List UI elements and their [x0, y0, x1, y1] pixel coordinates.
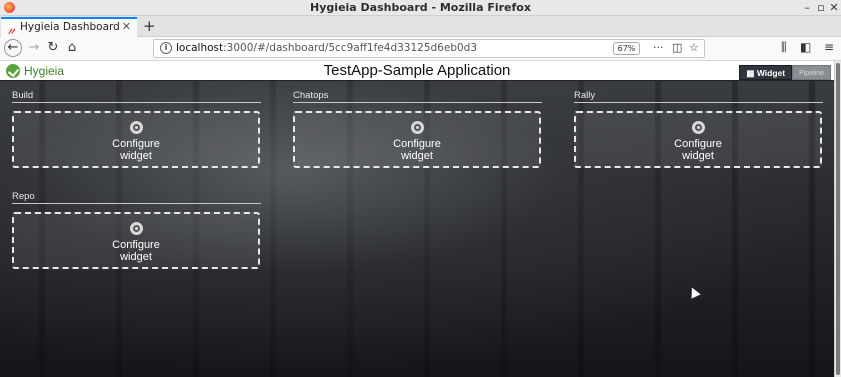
- gear-icon: [410, 121, 424, 134]
- widget-view-button[interactable]: ▦ Widget: [739, 65, 793, 80]
- gear-icon: [129, 121, 143, 134]
- configure-widget-button[interactable]: Configure widget: [12, 111, 260, 168]
- widget-build: Build Configure widget: [12, 91, 261, 168]
- window-title: Hygieia Dashboard - Mozilla Firefox: [310, 1, 531, 14]
- widget-label: widget: [401, 150, 433, 162]
- navigation-toolbar: ← → ↻ ⌂ i localhost:3000/#/dashboard/5cc…: [0, 37, 841, 61]
- bookmark-star-icon[interactable]: ☆: [689, 41, 699, 54]
- widget-label: widget: [120, 251, 152, 263]
- hygieia-logo-icon: [6, 64, 20, 78]
- page-scrollbar[interactable]: [834, 61, 841, 377]
- minimize-icon[interactable]: –: [800, 0, 814, 15]
- dashboard-title: TestApp-Sample Application: [323, 62, 511, 79]
- view-toggle: ▦ Widget Pipeline: [739, 65, 831, 80]
- widget-label: widget: [682, 150, 714, 162]
- back-icon[interactable]: ←: [4, 39, 22, 57]
- app-header: Hygieia TestApp-Sample Application ▦ Wid…: [0, 61, 834, 81]
- new-tab-icon[interactable]: +: [143, 16, 156, 36]
- configure-label: Configure: [674, 138, 722, 150]
- dashboard-page: Hygieia TestApp-Sample Application ▦ Wid…: [0, 61, 834, 377]
- sidebar-icon[interactable]: ◧: [800, 40, 811, 54]
- grid-icon: ▦: [746, 68, 757, 78]
- home-icon[interactable]: ⌂: [63, 39, 81, 57]
- tab-strip: 〃 Hygieia Dashboard ✕ +: [0, 16, 841, 38]
- page-actions-icon[interactable]: ···: [653, 41, 664, 54]
- widget-title: Repo: [12, 192, 261, 204]
- hygieia-logo[interactable]: Hygieia: [6, 63, 64, 79]
- logo-text: Hygieia: [24, 64, 65, 78]
- tab-label: Hygieia Dashboard: [20, 21, 120, 33]
- widget-title: Build: [12, 91, 261, 103]
- widget-rally: Rally Configure widget: [574, 91, 823, 168]
- widget-chatops: Chatops Configure widget: [293, 91, 542, 168]
- widget-title: Rally: [574, 91, 823, 103]
- configure-widget-button[interactable]: Configure widget: [12, 212, 260, 269]
- pipeline-view-button[interactable]: Pipeline: [792, 65, 831, 80]
- tab-hygieia-dashboard[interactable]: 〃 Hygieia Dashboard ✕: [1, 17, 137, 38]
- url-text[interactable]: localhost:3000/#/dashboard/5cc9aff1fe4d3…: [176, 42, 477, 54]
- widget-repo: Repo Configure widget: [12, 192, 261, 269]
- configure-widget-button[interactable]: Configure widget: [293, 111, 541, 168]
- maximize-icon[interactable]: ▫: [814, 0, 828, 15]
- configure-label: Configure: [393, 138, 441, 150]
- scrollbar-thumb[interactable]: [836, 63, 840, 375]
- library-icon[interactable]: ⫼: [781, 40, 787, 55]
- hygieia-favicon-icon: 〃: [6, 27, 16, 38]
- widget-title: Chatops: [293, 91, 542, 103]
- menu-icon[interactable]: ≡: [824, 40, 834, 54]
- url-bar[interactable]: i localhost:3000/#/dashboard/5cc9aff1fe4…: [153, 39, 705, 58]
- reload-icon[interactable]: ↻: [44, 39, 62, 57]
- pocket-icon[interactable]: ◫: [672, 41, 682, 54]
- site-info-icon[interactable]: i: [160, 42, 172, 54]
- configure-label: Configure: [112, 239, 160, 251]
- close-window-icon[interactable]: ✕: [827, 0, 841, 15]
- gear-icon: [129, 222, 143, 235]
- configure-label: Configure: [112, 138, 160, 150]
- close-tab-icon[interactable]: ✕: [122, 20, 131, 33]
- zoom-level-badge[interactable]: 67%: [613, 42, 640, 55]
- forward-icon[interactable]: →: [25, 39, 43, 57]
- configure-widget-button[interactable]: Configure widget: [574, 111, 822, 168]
- window-titlebar: Hygieia Dashboard - Mozilla Firefox – ▫ …: [0, 0, 841, 16]
- widget-label: widget: [120, 150, 152, 162]
- gear-icon: [691, 121, 705, 134]
- mouse-cursor-icon: [687, 285, 701, 299]
